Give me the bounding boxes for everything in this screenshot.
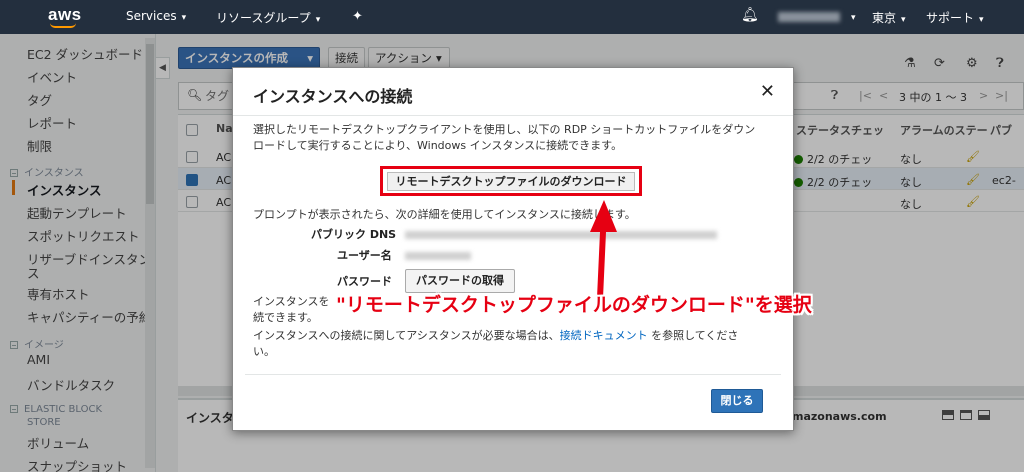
support-label: サポート <box>926 11 975 25</box>
chevron-down-icon: ▾ <box>979 15 984 25</box>
download-rdp-file-button[interactable]: リモートデスクトップファイルのダウンロード <box>387 172 635 191</box>
dialog-intro-line2: ロードして実行することにより、Windows インスタンスに接続できます。 <box>253 139 623 152</box>
chevron-down-icon: ▾ <box>181 13 187 23</box>
bell-icon[interactable]: 🔔︎ <box>741 7 759 23</box>
dialog-footer-divider <box>245 374 781 375</box>
top-navigation-bar: aws Services ▾ リソースグループ ▾ ✦ 🔔︎ ▾ 東京 ▾ サポート ▾ <box>0 0 1024 34</box>
pin-icon[interactable]: ✦ <box>352 9 363 24</box>
dialog-prompt-text: プロンプトが表示されたら、次の詳細を使用してインスタンスに接続します。 <box>253 208 636 221</box>
resource-groups-menu[interactable]: リソースグループ ▾ <box>216 9 320 26</box>
annotation-label: "リモートデスクトップファイルのダウンロード"を選択 <box>336 294 812 316</box>
chevron-down-icon: ▾ <box>315 15 321 25</box>
connection-docs-link[interactable]: 接続ドキュメント <box>560 329 648 342</box>
resource-groups-label: リソースグループ <box>216 11 311 25</box>
dialog-help-text: インスタンスへの接続に関してアシスタンスが必要な場合は、接続ドキュメント を参照… <box>253 328 738 344</box>
close-button[interactable]: 閉じる <box>711 389 763 413</box>
dialog-note-line2: 続できます。 <box>253 311 318 324</box>
aws-logo-smile <box>50 23 76 28</box>
account-chevron-icon[interactable]: ▾ <box>846 9 856 23</box>
dialog-header: インスタンスへの接続 ✕ <box>233 68 793 116</box>
region-menu[interactable]: 東京 ▾ <box>872 9 906 26</box>
password-label: パスワード <box>337 275 392 288</box>
services-label: Services <box>126 9 177 23</box>
region-label: 東京 <box>872 11 897 25</box>
connect-instance-dialog: インスタンスへの接続 ✕ 選択したリモートデスクトップクライアントを使用し、以下… <box>232 67 794 431</box>
public-dns-value <box>405 231 717 239</box>
account-menu[interactable] <box>778 12 840 22</box>
username-value <box>405 252 471 260</box>
chevron-down-icon: ▾ <box>901 15 906 25</box>
download-highlight-box: リモートデスクトップファイルのダウンロード <box>380 166 642 196</box>
aws-logo[interactable]: aws <box>48 5 82 25</box>
services-menu[interactable]: Services ▾ <box>126 9 186 23</box>
public-dns-label: パブリック DNS <box>311 228 397 241</box>
help-suffix: を参照してくださ <box>647 329 739 342</box>
support-menu[interactable]: サポート ▾ <box>926 9 984 26</box>
dialog-intro-line1: 選択したリモートデスクトップクライアントを使用し、以下の RDP ショートカット… <box>253 123 756 136</box>
help-prefix: インスタンスへの接続に関してアシスタンスが必要な場合は、 <box>253 329 560 342</box>
dialog-title: インスタンスへの接続 <box>253 87 413 106</box>
close-icon[interactable]: ✕ <box>760 81 775 102</box>
username-label: ユーザー名 <box>337 249 392 262</box>
dialog-help-line2: い。 <box>253 345 275 358</box>
dialog-note-line1: インスタンスを <box>253 295 330 308</box>
